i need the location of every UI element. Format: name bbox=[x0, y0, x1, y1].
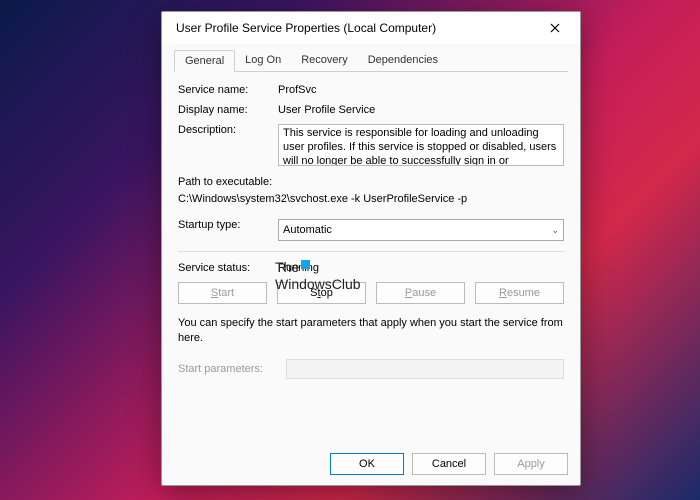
titlebar: User Profile Service Properties (Local C… bbox=[162, 12, 580, 44]
stop-button[interactable]: Stop bbox=[277, 282, 366, 304]
startup-type-select[interactable]: Automatic ⌄ bbox=[278, 219, 564, 241]
chevron-down-icon: ⌄ bbox=[551, 225, 559, 236]
help-text: You can specify the start parameters tha… bbox=[178, 316, 564, 347]
value-service-name: ProfSvc bbox=[278, 84, 564, 96]
label-start-parameters: Start parameters: bbox=[178, 363, 278, 375]
value-display-name: User Profile Service bbox=[278, 104, 564, 116]
dialog-footer: OK Cancel Apply bbox=[330, 453, 568, 475]
ok-button[interactable]: OK bbox=[330, 453, 404, 475]
tab-panel-general: Service name: ProfSvc Display name: User… bbox=[174, 72, 568, 383]
label-display-name: Display name: bbox=[178, 104, 278, 116]
close-icon bbox=[550, 23, 560, 33]
dialog-title: User Profile Service Properties (Local C… bbox=[176, 21, 538, 35]
start-parameters-input bbox=[286, 359, 564, 379]
startup-type-value: Automatic bbox=[283, 224, 332, 236]
tab-general[interactable]: General bbox=[174, 50, 235, 72]
label-description: Description: bbox=[178, 124, 278, 166]
tab-strip: General Log On Recovery Dependencies bbox=[174, 50, 568, 72]
start-button: Start bbox=[178, 282, 267, 304]
resume-button: Resume bbox=[475, 282, 564, 304]
tab-log-on[interactable]: Log On bbox=[235, 50, 291, 71]
properties-dialog: User Profile Service Properties (Local C… bbox=[161, 11, 581, 486]
description-textbox[interactable]: This service is responsible for loading … bbox=[278, 124, 564, 166]
value-path: C:\Windows\system32\svchost.exe -k UserP… bbox=[178, 191, 564, 208]
apply-button: Apply bbox=[494, 453, 568, 475]
tab-dependencies[interactable]: Dependencies bbox=[358, 50, 448, 71]
divider bbox=[178, 251, 564, 252]
cancel-button[interactable]: Cancel bbox=[412, 453, 486, 475]
label-startup-type: Startup type: bbox=[178, 219, 278, 241]
pause-button: Pause bbox=[376, 282, 465, 304]
value-service-status: Running bbox=[278, 262, 564, 274]
close-button[interactable] bbox=[538, 16, 572, 40]
label-service-status: Service status: bbox=[178, 262, 278, 274]
label-path: Path to executable: bbox=[178, 174, 564, 191]
label-service-name: Service name: bbox=[178, 84, 278, 96]
tab-recovery[interactable]: Recovery bbox=[291, 50, 357, 71]
